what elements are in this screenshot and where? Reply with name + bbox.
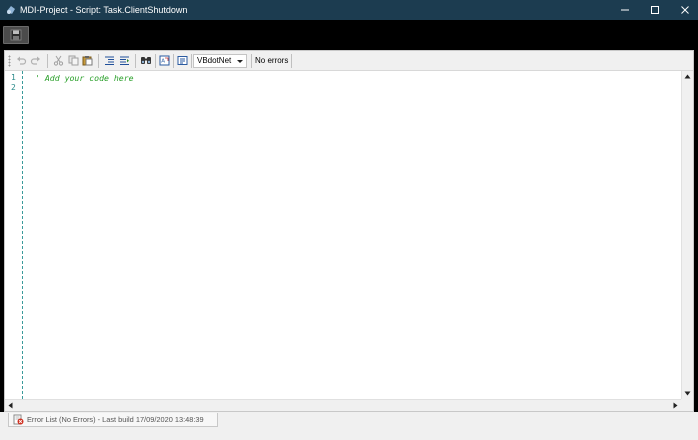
language-value: VBdotNet bbox=[197, 56, 232, 65]
error-list-icon bbox=[13, 414, 24, 425]
close-icon bbox=[681, 6, 689, 14]
toolbar-grip[interactable] bbox=[8, 55, 11, 67]
error-list-tab[interactable]: Error List (No Errors) - Last build 17/0… bbox=[8, 413, 218, 427]
script-editor-panel: A VBdotNet No errors 1 2 ' Add your code… bbox=[4, 50, 694, 412]
toolbar-separator bbox=[98, 54, 99, 68]
line-number: 2 bbox=[11, 83, 16, 92]
window-title: MDI-Project - Script: Task.ClientShutdow… bbox=[20, 5, 188, 15]
svg-text:A: A bbox=[161, 59, 165, 65]
horizontal-scrollbar[interactable] bbox=[5, 399, 681, 411]
chevron-down-icon bbox=[237, 60, 243, 63]
error-list-tab-label: Error List (No Errors) - Last build 17/0… bbox=[27, 415, 204, 424]
outdent-icon bbox=[120, 56, 129, 65]
redo-button[interactable] bbox=[29, 54, 42, 67]
copy-icon bbox=[68, 55, 79, 66]
replace-icon: A bbox=[159, 55, 170, 66]
paste-icon bbox=[82, 56, 93, 66]
scroll-left-icon[interactable] bbox=[8, 402, 13, 409]
maximize-icon bbox=[651, 6, 659, 14]
outdent-button[interactable] bbox=[118, 54, 131, 67]
properties-button[interactable] bbox=[176, 54, 189, 67]
redo-icon bbox=[30, 56, 40, 65]
find-icon bbox=[140, 57, 151, 64]
scroll-down-icon[interactable] bbox=[684, 391, 691, 396]
line-number-gutter: 1 2 bbox=[5, 71, 23, 399]
line-number: 1 bbox=[11, 73, 16, 82]
scrollbar-corner bbox=[681, 399, 693, 411]
language-dropdown[interactable]: VBdotNet bbox=[193, 54, 247, 68]
paste-button[interactable] bbox=[81, 54, 94, 67]
scroll-up-icon[interactable] bbox=[684, 74, 691, 79]
indent-icon bbox=[105, 56, 114, 65]
code-comment-line[interactable]: ' Add your code here bbox=[35, 73, 134, 83]
maximize-button[interactable] bbox=[640, 0, 670, 20]
vertical-scrollbar[interactable] bbox=[681, 71, 693, 399]
minimize-button[interactable] bbox=[610, 0, 640, 20]
cut-button[interactable] bbox=[52, 54, 65, 67]
toolbar-separator bbox=[47, 54, 48, 68]
top-strip bbox=[0, 20, 698, 50]
find-button[interactable] bbox=[139, 54, 152, 67]
indent-button[interactable] bbox=[103, 54, 116, 67]
scroll-right-icon[interactable] bbox=[673, 402, 678, 409]
toolbar-separator bbox=[191, 54, 192, 68]
toolbar-separator bbox=[173, 54, 174, 68]
undo-button[interactable] bbox=[15, 54, 28, 67]
toolbar-separator bbox=[155, 54, 156, 68]
toolbar-separator bbox=[135, 54, 136, 68]
editor-toolbar: A VBdotNet No errors bbox=[5, 51, 693, 71]
compile-status: No errors bbox=[251, 54, 293, 68]
save-button[interactable] bbox=[3, 26, 29, 44]
code-editor[interactable]: 1 2 ' Add your code here bbox=[5, 71, 681, 399]
bottom-panel: Error List (No Errors) - Last build 17/0… bbox=[0, 412, 698, 440]
properties-icon bbox=[177, 56, 188, 65]
replace-button[interactable]: A bbox=[158, 54, 171, 67]
title-bar: MDI-Project - Script: Task.ClientShutdow… bbox=[0, 0, 698, 20]
minimize-icon bbox=[621, 9, 629, 11]
app-icon bbox=[5, 4, 17, 16]
floppy-save-icon bbox=[10, 29, 22, 41]
undo-icon bbox=[17, 56, 27, 65]
cut-icon bbox=[53, 55, 64, 66]
copy-button[interactable] bbox=[67, 54, 80, 67]
close-button[interactable] bbox=[670, 0, 698, 20]
